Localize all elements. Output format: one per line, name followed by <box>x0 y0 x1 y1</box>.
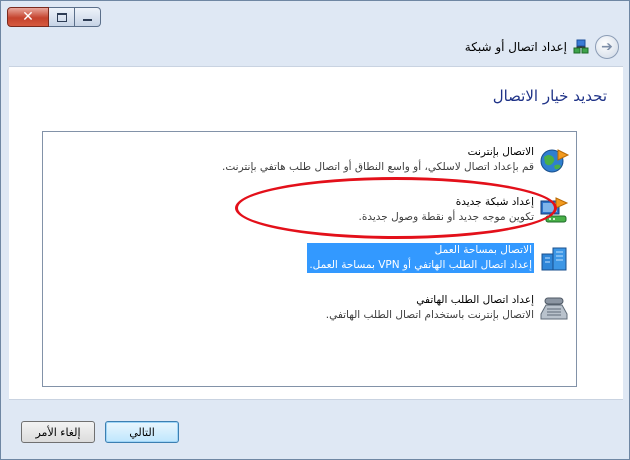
cancel-button[interactable]: إلغاء الأمر <box>21 421 95 443</box>
telephone-modem-icon <box>540 297 568 320</box>
option-title: الاتصال بمساحة العمل <box>434 244 532 256</box>
page-instruction: تحديد خيار الاتصال <box>492 87 607 105</box>
maximize-icon <box>56 12 67 22</box>
content-panel: تحديد خيار الاتصال الاتصال بإنترنت قم بإ… <box>9 66 623 400</box>
minimize-icon <box>83 19 92 21</box>
back-arrow-icon: ➔ <box>601 39 613 55</box>
option-connect-internet[interactable]: الاتصال بإنترنت قم بإعداد اتصال لاسلكي، … <box>222 140 570 180</box>
connection-options-list: الاتصال بإنترنت قم بإعداد اتصال لاسلكي، … <box>42 131 577 387</box>
option-description: إعداد اتصال الطلب الهاتفي أو VPN بمساحة … <box>309 259 532 271</box>
caption-buttons: ✕ <box>7 7 101 29</box>
globe-internet-icon <box>540 149 570 173</box>
option-connect-workplace[interactable]: الاتصال بمساحة العمل إعداد اتصال الطلب ا… <box>307 238 570 278</box>
wizard-window: ✕ ➔ إعداد اتصال أو شبكة تحديد خيار الاتص… <box>0 0 630 460</box>
option-dialup[interactable]: إعداد اتصال الطلب الهاتفي الاتصال بإنترن… <box>326 288 570 328</box>
workplace-buildings-icon <box>541 247 567 271</box>
option-text: الاتصال بإنترنت قم بإعداد اتصال لاسلكي، … <box>222 145 534 175</box>
network-setup-icon <box>573 39 589 54</box>
option-description: قم بإعداد اتصال لاسلكي، أو واسع النطاق أ… <box>222 161 534 173</box>
option-title: إعداد اتصال الطلب الهاتفي <box>416 294 534 306</box>
option-text: إعداد اتصال الطلب الهاتفي الاتصال بإنترن… <box>326 293 534 323</box>
close-icon: ✕ <box>22 9 34 25</box>
close-button[interactable]: ✕ <box>7 7 49 27</box>
option-title: الاتصال بإنترنت <box>467 146 534 158</box>
window-title: إعداد اتصال أو شبكة <box>464 40 567 54</box>
back-button[interactable]: ➔ <box>595 35 619 59</box>
header-row: ➔ إعداد اتصال أو شبكة <box>465 33 619 61</box>
next-button[interactable]: التالي <box>105 421 179 443</box>
option-text: الاتصال بمساحة العمل إعداد اتصال الطلب ا… <box>307 243 534 273</box>
maximize-button[interactable] <box>49 7 75 27</box>
highlight-annotation <box>235 177 557 239</box>
minimize-button[interactable] <box>75 7 101 27</box>
option-description: الاتصال بإنترنت باستخدام اتصال الطلب اله… <box>325 309 534 321</box>
